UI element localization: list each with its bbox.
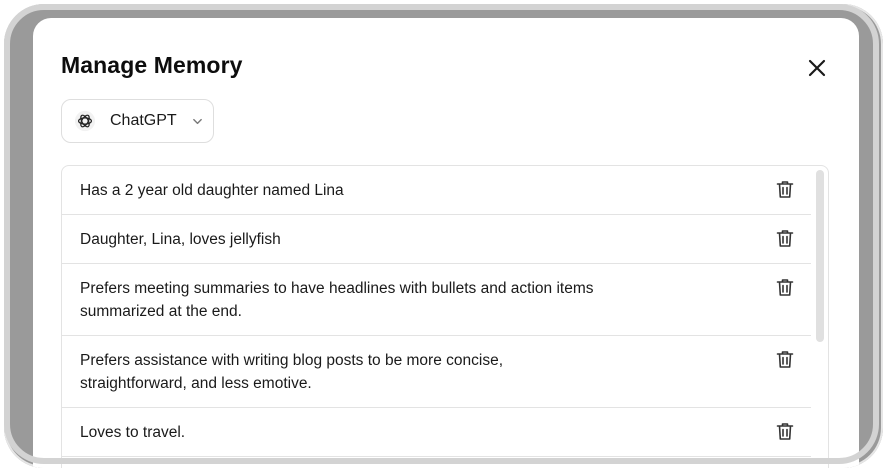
model-selector-dropdown[interactable]: ChatGPT xyxy=(61,99,214,143)
memory-text: Has a 2 year old daughter named Lina xyxy=(80,182,344,199)
memory-item: Loves to travel. xyxy=(62,408,811,457)
delete-memory-button[interactable] xyxy=(775,349,795,369)
close-icon xyxy=(808,59,826,77)
memory-text: Prefers assistance with writing blog pos… xyxy=(80,352,503,392)
trash-icon xyxy=(776,229,794,247)
memory-text: Loves to travel. xyxy=(80,424,186,441)
device-frame: Manage Memory ChatGPT Has a 2 year old d… xyxy=(4,4,883,468)
trash-icon xyxy=(776,278,794,296)
trash-icon xyxy=(776,422,794,440)
delete-memory-button[interactable] xyxy=(775,277,795,297)
trash-icon xyxy=(776,350,794,368)
memory-text: Prefers meeting summaries to have headli… xyxy=(80,280,594,320)
memory-text: Daughter, Lina, loves jellyfish xyxy=(80,231,281,248)
memory-item: Has a 2 year old daughter named Lina xyxy=(62,166,811,215)
delete-memory-button[interactable] xyxy=(775,228,795,248)
memory-item: Prefers assistance with writing blog pos… xyxy=(62,336,811,408)
memory-item: Prefers meeting summaries to have headli… xyxy=(62,264,811,336)
delete-memory-button[interactable] xyxy=(775,421,795,441)
manage-memory-dialog: Manage Memory ChatGPT Has a 2 year old d… xyxy=(33,18,859,468)
close-button[interactable] xyxy=(803,54,831,82)
trash-icon xyxy=(776,180,794,198)
dialog-title: Manage Memory xyxy=(61,52,243,78)
delete-memory-button[interactable] xyxy=(775,179,795,199)
list-scrollbar[interactable] xyxy=(816,170,824,342)
memory-list[interactable]: Has a 2 year old daughter named Lina Dau… xyxy=(61,165,829,468)
selector-label: ChatGPT xyxy=(110,112,177,129)
chatgpt-logo-icon xyxy=(73,109,97,133)
chevron-down-icon xyxy=(192,115,204,127)
memory-item: Daughter, Lina, loves jellyfish xyxy=(62,215,811,264)
